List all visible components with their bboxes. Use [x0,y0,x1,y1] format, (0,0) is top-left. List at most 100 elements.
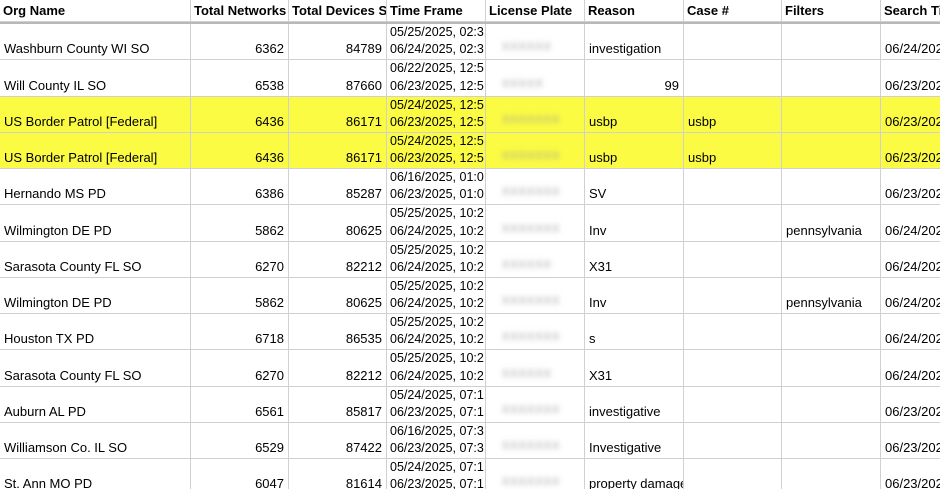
cell-org-name[interactable]: Hernando MS PD [0,169,191,205]
cell-case-number[interactable] [684,241,782,277]
cell-license-plate[interactable]: XXXXXX [486,24,585,60]
cell-reason[interactable]: X31 [585,350,684,386]
cell-total-devices[interactable]: 82212 [289,350,387,386]
table-row[interactable]: US Border Patrol [Federal] 6436 86171 05/24… [0,132,940,169]
cell-reason[interactable]: SV [585,169,684,205]
cell-total-devices[interactable]: 85287 [289,169,387,205]
cell-time-frame[interactable]: 06/16/2025, 07:3 06/23/2025, 07:3 [387,422,486,458]
cell-case-number[interactable] [684,60,782,96]
column-header-search-time[interactable]: Search Ti [881,0,940,21]
cell-search-time[interactable]: 06/24/202 [881,242,940,277]
cell-total-networks[interactable]: 6047 [191,459,289,489]
cell-case-number[interactable] [684,277,782,313]
cell-total-networks[interactable]: 6561 [191,386,289,422]
cell-license-plate[interactable]: XXXXXX [486,241,585,277]
cell-org-name[interactable]: Washburn County WI SO [0,24,191,60]
cell-time-frame[interactable]: 05/25/2025, 10:2 06/24/2025, 10:2 [387,277,486,313]
cell-license-plate[interactable]: XXXXXX [486,350,585,386]
cell-filters[interactable] [782,60,881,96]
cell-total-devices[interactable]: 80625 [289,277,387,313]
cell-case-number[interactable] [684,205,782,241]
cell-total-networks[interactable]: 6436 [191,96,289,132]
cell-total-networks[interactable]: 6270 [191,350,289,386]
cell-license-plate[interactable]: XXXXXXX [486,96,585,132]
cell-search-time[interactable]: 06/24/202 [881,350,940,385]
cell-total-networks[interactable]: 6270 [191,241,289,277]
column-header-org-name[interactable]: Org Name [0,0,191,21]
cell-reason[interactable]: investigation [585,24,684,60]
table-row[interactable]: Williamson Co. IL SO 6529 87422 06/16/2025,… [0,422,940,459]
cell-total-networks[interactable]: 6538 [191,60,289,96]
cell-org-name[interactable]: Wilmington DE PD [0,205,191,241]
cell-license-plate[interactable]: XXXXXXX [486,459,585,489]
cell-time-frame[interactable]: 05/25/2025, 10:2 06/24/2025, 10:2 [387,314,486,350]
cell-time-frame[interactable]: 05/24/2025, 07:1 06/23/2025, 07:1 [387,459,486,489]
cell-total-networks[interactable]: 6529 [191,422,289,458]
cell-org-name[interactable]: Will County IL SO [0,60,191,96]
cell-reason[interactable]: s [585,314,684,350]
cell-license-plate[interactable]: XXXXXXX [486,277,585,313]
column-header-case-number[interactable]: Case # [684,0,782,21]
cell-time-frame[interactable]: 05/24/2025, 12:5 06/23/2025, 12:5 [387,96,486,132]
cell-search-time[interactable]: 06/23/202 [881,387,940,422]
cell-filters[interactable]: pennsylvania [782,205,881,241]
cell-license-plate[interactable]: XXXXXXX [486,314,585,350]
cell-total-devices[interactable]: 84789 [289,24,387,60]
table-row[interactable]: Sarasota County FL SO 6270 82212 05/25/2025… [0,350,940,387]
cell-total-devices[interactable]: 81614 [289,459,387,489]
cell-total-networks[interactable]: 6436 [191,132,289,168]
cell-license-plate[interactable]: XXXXXXX [486,169,585,205]
table-row[interactable]: Hernando MS PD 6386 85287 06/16/2025, 01:0 0… [0,169,940,206]
cell-total-devices[interactable]: 86171 [289,96,387,132]
cell-total-networks[interactable]: 6718 [191,314,289,350]
cell-license-plate[interactable]: XXXXXXX [486,422,585,458]
column-header-reason[interactable]: Reason [585,0,684,21]
cell-filters[interactable] [782,241,881,277]
table-row[interactable]: Houston TX PD 6718 86535 05/25/2025, 10:2 06… [0,314,940,351]
cell-filters[interactable] [782,96,881,132]
cell-filters[interactable]: pennsylvania [782,277,881,313]
column-header-license-plate[interactable]: License Plate [486,0,585,21]
cell-time-frame[interactable]: 05/25/2025, 10:2 06/24/2025, 10:2 [387,205,486,241]
cell-time-frame[interactable]: 05/25/2025, 10:2 06/24/2025, 10:2 [387,350,486,386]
cell-total-devices[interactable]: 86171 [289,132,387,168]
cell-filters[interactable] [782,350,881,386]
cell-search-time[interactable]: 06/24/202 [881,24,940,59]
table-row[interactable]: Washburn County WI SO 6362 84789 05/25/2025… [0,24,940,61]
cell-filters[interactable] [782,132,881,168]
cell-org-name[interactable]: US Border Patrol [Federal] [0,132,191,168]
cell-license-plate[interactable]: XXXXXXX [486,132,585,168]
cell-case-number[interactable]: usbp [684,96,782,132]
cell-total-devices[interactable]: 87660 [289,60,387,96]
cell-search-time[interactable]: 06/23/202 [881,133,940,168]
cell-total-devices[interactable]: 80625 [289,205,387,241]
table-row[interactable]: Auburn AL PD 6561 85817 05/24/2025, 07:1 06/… [0,386,940,423]
column-header-time-frame[interactable]: Time Frame [387,0,486,21]
cell-total-networks[interactable]: 5862 [191,277,289,313]
cell-total-networks[interactable]: 5862 [191,205,289,241]
cell-total-networks[interactable]: 6362 [191,24,289,60]
cell-time-frame[interactable]: 06/16/2025, 01:0 06/23/2025, 01:0 [387,169,486,205]
cell-case-number[interactable] [684,386,782,422]
cell-reason[interactable]: usbp [585,96,684,132]
cell-reason[interactable]: X31 [585,241,684,277]
cell-time-frame[interactable]: 05/25/2025, 10:2 06/24/2025, 10:2 [387,241,486,277]
cell-total-devices[interactable]: 82212 [289,241,387,277]
cell-filters[interactable] [782,24,881,60]
cell-reason[interactable]: Investigative [585,422,684,458]
cell-license-plate[interactable]: XXXXXXX [486,386,585,422]
cell-case-number[interactable] [684,350,782,386]
cell-filters[interactable] [782,169,881,205]
cell-org-name[interactable]: St. Ann MO PD [0,459,191,489]
cell-search-time[interactable]: 06/23/202 [881,423,940,458]
cell-org-name[interactable]: Sarasota County FL SO [0,241,191,277]
cell-reason[interactable]: investigative [585,386,684,422]
cell-search-time[interactable]: 06/23/202 [881,169,940,204]
column-header-filters[interactable]: Filters [782,0,881,21]
cell-time-frame[interactable]: 05/24/2025, 12:5 06/23/2025, 12:5 [387,132,486,168]
cell-case-number[interactable] [684,314,782,350]
table-row[interactable]: Sarasota County FL SO 6270 82212 05/25/2025… [0,241,940,278]
table-row[interactable]: Wilmington DE PD 5862 80625 05/25/2025, 10:… [0,205,940,242]
table-row[interactable]: St. Ann MO PD 6047 81614 05/24/2025, 07:1 06… [0,459,940,489]
cell-case-number[interactable]: usbp [684,132,782,168]
